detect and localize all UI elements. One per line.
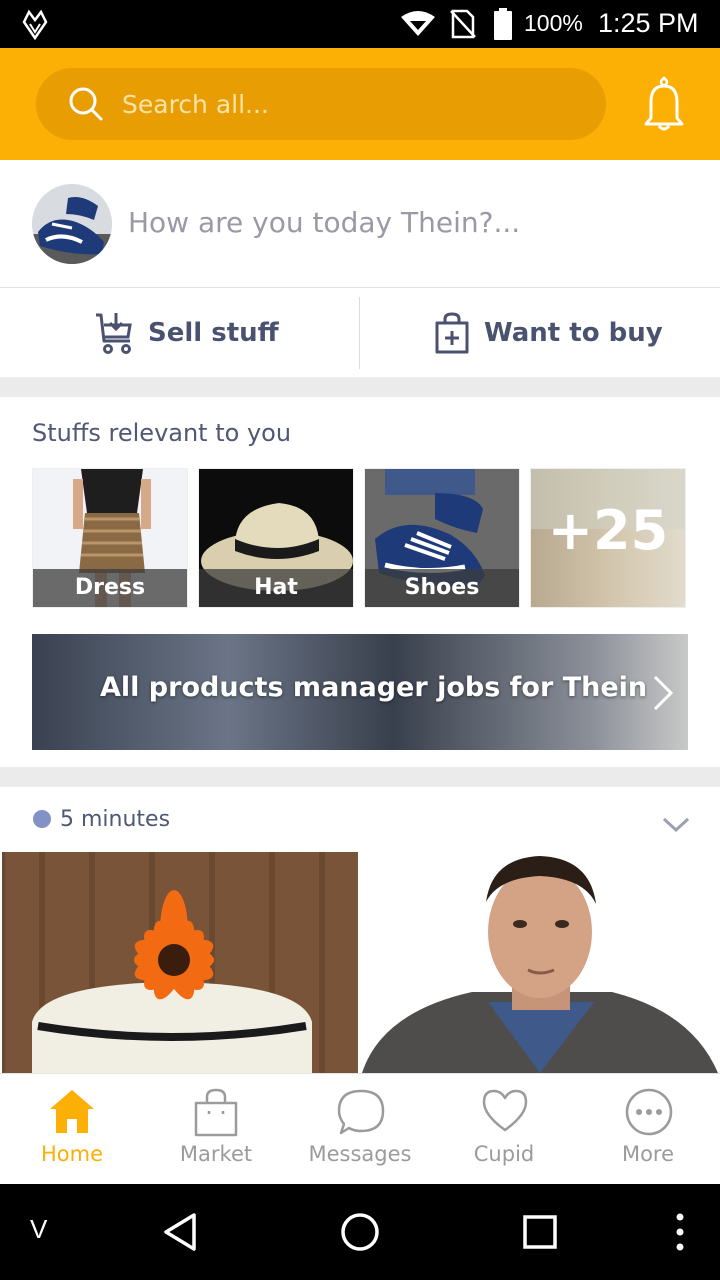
system-nav-bar: V [0,1184,720,1280]
chevron-down-icon[interactable] [662,817,690,833]
nav-messages[interactable]: Messages [288,1074,432,1185]
jobs-banner[interactable]: All products manager jobs for Thein [32,634,688,750]
composer-prompt[interactable]: How are you today Thein?... [128,206,520,239]
nav-home[interactable]: Home [0,1074,144,1185]
want-to-buy-button[interactable]: Want to buy [434,289,663,377]
tile-label: Hat [199,569,353,607]
battery-percent: 100% [524,10,583,36]
nav-label: Messages [308,1142,412,1166]
overflow-menu-icon[interactable] [674,1212,686,1252]
relevant-section: Stuffs relevant to you Dress Hat Shoes +… [0,397,720,767]
want-to-buy-label: Want to buy [484,318,663,348]
jobs-banner-text: All products manager jobs for Thein [100,672,648,703]
bell-icon[interactable] [634,74,694,134]
shopping-bag-icon [194,1088,238,1137]
more-dots-icon [625,1088,673,1136]
app-logo-icon [22,9,48,40]
app-header [0,48,720,160]
back-icon[interactable] [162,1212,198,1252]
status-composer[interactable]: How are you today Thein?... [0,160,720,288]
status-bar: 100% 1:25 PM [0,0,720,48]
avatar[interactable] [32,184,112,264]
nav-cupid[interactable]: Cupid [432,1074,576,1185]
nav-label: More [621,1142,675,1166]
shopping-bag-plus-icon [435,312,469,354]
divider [359,297,360,369]
relevant-item-hat[interactable]: Hat [198,468,354,608]
feed-post: 5 minutes [0,787,720,1073]
home-icon [50,1090,94,1133]
post-image-flower[interactable] [2,852,358,1073]
section-gap [0,377,720,397]
no-sim-icon [450,9,476,39]
system-nav-v[interactable]: V [30,1214,47,1245]
tile-label: Dress [33,569,187,607]
search-bar[interactable] [36,68,606,140]
relevant-item-dress[interactable]: Dress [32,468,188,608]
search-icon [69,87,103,121]
nav-more[interactable]: More [576,1074,720,1185]
battery-icon [494,8,512,40]
nav-label: Market [179,1142,253,1166]
status-time: 1:25 PM [598,8,699,38]
nav-market[interactable]: Market [144,1074,288,1185]
chevron-right-icon [653,675,674,711]
nav-label: Home [40,1142,103,1166]
recents-icon[interactable] [522,1214,558,1250]
more-count: +25 [547,499,669,562]
cart-icon [96,313,132,354]
wifi-icon [401,11,435,36]
relevant-title: Stuffs relevant to you [32,419,292,447]
sell-stuff-button[interactable]: Sell stuff [94,289,279,377]
chat-bubble-icon [337,1089,385,1135]
relevant-more-tile[interactable]: +25 [530,468,686,608]
relevant-item-shoes[interactable]: Shoes [364,468,520,608]
home-circle-icon[interactable] [340,1212,380,1252]
heart-icon [482,1089,528,1132]
post-image-man[interactable] [362,852,718,1073]
sell-stuff-label: Sell stuff [148,318,279,348]
nav-label: Cupid [473,1142,535,1166]
tile-label: Shoes [365,569,519,607]
post-status-dot [33,810,51,828]
action-row: Sell stuff Want to buy [0,289,720,377]
search-input[interactable] [122,82,562,126]
post-time: 5 minutes [60,807,171,832]
section-gap [0,767,720,787]
bottom-nav: Home Market Messages Cupid More [0,1073,720,1184]
